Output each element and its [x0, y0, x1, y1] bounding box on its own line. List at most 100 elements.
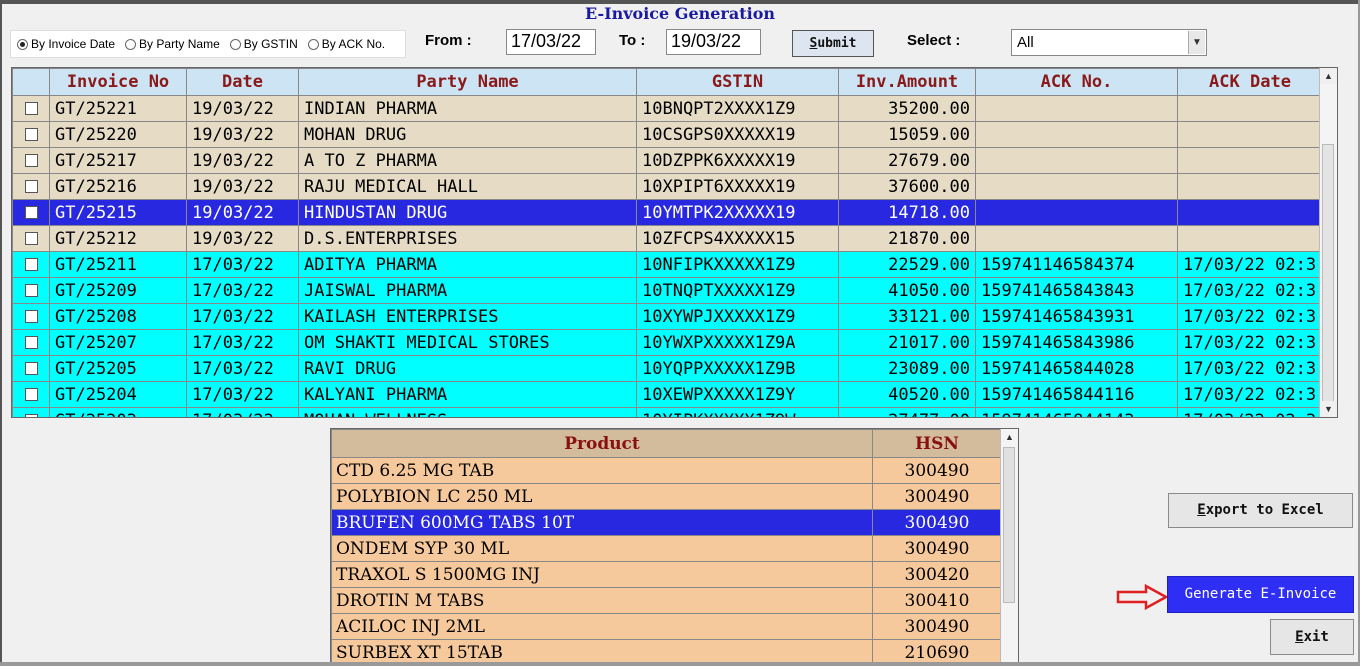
- table-row[interactable]: GT/25209 17/03/22 JAISWAL PHARMA 10TNQPTXXX…: [12, 277, 1323, 304]
- invoice-no-cell: GT/25216: [49, 173, 187, 200]
- row-checkbox[interactable]: [24, 102, 38, 115]
- gstin-cell: 10XPIPT6XXXXX19: [636, 173, 839, 200]
- submit-button[interactable]: Submit: [792, 30, 874, 57]
- hsn-cell: 300490: [872, 535, 1002, 562]
- table-row[interactable]: GT/25221 19/03/22 INDIAN PHARMA 10BNQPT2XXX…: [12, 95, 1323, 122]
- hsn-cell: 300490: [872, 483, 1002, 510]
- row-checkbox[interactable]: [24, 180, 38, 193]
- radio-label: By GSTIN: [243, 37, 298, 51]
- from-date-input[interactable]: 17/03/22: [506, 29, 596, 55]
- scroll-up-arrow-icon[interactable]: ▲: [1001, 429, 1018, 445]
- table-row[interactable]: GT/25216 19/03/22 RAJU MEDICAL HALL 10XPIPT…: [12, 173, 1323, 200]
- list-item[interactable]: CTD 6.25 MG TAB 300490: [331, 457, 1002, 484]
- row-select-cell: [12, 199, 50, 226]
- row-select-cell: [12, 407, 50, 417]
- row-checkbox[interactable]: [24, 336, 38, 349]
- row-checkbox[interactable]: [24, 414, 38, 417]
- table-row[interactable]: GT/25207 17/03/22 OM SHAKTI MEDICAL STORES…: [12, 329, 1323, 356]
- ack-no-cell: 159741465844028: [975, 355, 1178, 382]
- row-select-cell: [12, 147, 50, 174]
- list-item[interactable]: BRUFEN 600MG TABS 10T 300490: [331, 509, 1002, 536]
- filter-radio-by-gstin[interactable]: By GSTIN: [229, 37, 298, 51]
- generate-e-invoice-button[interactable]: Generate E-Invoice: [1167, 576, 1354, 613]
- amount-cell: 21017.00: [838, 329, 976, 356]
- list-item[interactable]: TRAXOL S 1500MG INJ 300420: [331, 561, 1002, 588]
- row-checkbox[interactable]: [24, 258, 38, 271]
- chevron-down-icon[interactable]: ▼: [1188, 31, 1205, 54]
- table-row[interactable]: GT/25211 17/03/22 ADITYA PHARMA 10NFIPKXXXX…: [12, 251, 1323, 278]
- exit-button[interactable]: Exit: [1270, 619, 1354, 655]
- export-to-excel-button[interactable]: Export to Excel: [1168, 493, 1353, 528]
- inv-amount-column-header[interactable]: Inv.Amount: [838, 68, 976, 96]
- ack-date-cell: 17/03/22 02:3: [1177, 355, 1323, 382]
- product-name-cell: BRUFEN 600MG TABS 10T: [331, 509, 873, 536]
- scroll-thumb[interactable]: [1322, 144, 1334, 410]
- ack-no-cell: 159741146584374: [975, 251, 1178, 278]
- row-select-cell: [12, 303, 50, 330]
- row-select-cell: [12, 329, 50, 356]
- row-checkbox[interactable]: [24, 310, 38, 323]
- product-name-cell: CTD 6.25 MG TAB: [331, 457, 873, 484]
- ack-date-column-header[interactable]: ACK Date: [1177, 68, 1323, 96]
- invoice-grid-scrollbar[interactable]: ▲ ▼: [1319, 68, 1337, 417]
- row-checkbox[interactable]: [24, 388, 38, 401]
- party-name-column-header[interactable]: Party Name: [298, 68, 637, 96]
- radio-button-icon[interactable]: [125, 38, 137, 50]
- row-checkbox[interactable]: [24, 154, 38, 167]
- table-row[interactable]: GT/25208 17/03/22 KAILASH ENTERPRISES 10XYW…: [12, 303, 1323, 330]
- gstin-cell: 10ZFCPS4XXXXX15: [636, 225, 839, 252]
- product-grid-scrollbar[interactable]: ▲: [1000, 429, 1018, 665]
- party-name-cell: JAISWAL PHARMA: [298, 277, 637, 304]
- hsn-column-header[interactable]: HSN: [872, 429, 1002, 458]
- product-column-header[interactable]: Product: [331, 429, 873, 458]
- ack-date-cell: [1177, 95, 1323, 122]
- gstin-cell: 10YMTPK2XXXXX19: [636, 199, 839, 226]
- row-checkbox[interactable]: [24, 128, 38, 141]
- row-checkbox[interactable]: [24, 284, 38, 297]
- date-cell: 17/03/22: [186, 251, 299, 278]
- invoice-no-cell: GT/25204: [49, 381, 187, 408]
- select-column-header[interactable]: [12, 68, 50, 96]
- radio-label: By Party Name: [139, 37, 220, 51]
- date-cell: 17/03/22: [186, 381, 299, 408]
- invoice-no-column-header[interactable]: Invoice No: [49, 68, 187, 96]
- invoice-no-cell: GT/25207: [49, 329, 187, 356]
- date-column-header[interactable]: Date: [186, 68, 299, 96]
- radio-button-icon[interactable]: [17, 38, 28, 50]
- row-checkbox[interactable]: [24, 206, 38, 219]
- list-item[interactable]: ONDEM SYP 30 ML 300490: [331, 535, 1002, 562]
- table-row[interactable]: GT/25204 17/03/22 KALYANI PHARMA 10XEWPXXXX…: [12, 381, 1323, 408]
- ack-date-cell: [1177, 173, 1323, 200]
- table-row[interactable]: GT/25215 19/03/22 HINDUSTAN DRUG 10YMTPK2XX…: [12, 199, 1323, 226]
- filter-radio-by-party-name[interactable]: By Party Name: [125, 37, 220, 51]
- table-row[interactable]: GT/25220 19/03/22 MOHAN DRUG 10CSGPS0XXXXX1…: [12, 121, 1323, 148]
- ack-no-column-header[interactable]: ACK No.: [975, 68, 1178, 96]
- list-item[interactable]: POLYBION LC 250 ML 300490: [331, 483, 1002, 510]
- ack-date-cell: 17/03/22 02:3: [1177, 407, 1323, 417]
- scroll-up-arrow-icon[interactable]: ▲: [1320, 68, 1337, 84]
- list-item[interactable]: DROTIN M TABS 300410: [331, 587, 1002, 614]
- gstin-column-header[interactable]: GSTIN: [636, 68, 839, 96]
- filter-radio-by-ack-no[interactable]: By ACK No.: [307, 37, 385, 51]
- table-row[interactable]: GT/25212 19/03/22 D.S.ENTERPRISES 10ZFCPS4X…: [12, 225, 1323, 252]
- ack-no-cell: 159741465843986: [975, 329, 1178, 356]
- row-checkbox[interactable]: [24, 232, 38, 245]
- status-select[interactable]: All ▼: [1011, 29, 1207, 56]
- scroll-down-arrow-icon[interactable]: ▼: [1320, 401, 1337, 417]
- ack-date-cell: [1177, 225, 1323, 252]
- gstin-cell: 10CSGPS0XXXXX19: [636, 121, 839, 148]
- filter-radio-by-invoice-date[interactable]: By Invoice Date: [17, 37, 115, 51]
- radio-button-icon[interactable]: [307, 38, 319, 50]
- hsn-cell: 300490: [872, 509, 1002, 536]
- table-row[interactable]: GT/25217 19/03/22 A TO Z PHARMA 10DZPPK6XXX…: [12, 147, 1323, 174]
- hsn-cell: 300490: [872, 457, 1002, 484]
- row-checkbox[interactable]: [24, 362, 38, 375]
- date-cell: 19/03/22: [186, 225, 299, 252]
- table-row[interactable]: GT/2520317/03/22MOHAN WELLNESS10YIPKXXXX…: [12, 407, 1323, 417]
- list-item[interactable]: ACILOC INJ 2ML 300490: [331, 613, 1002, 640]
- scroll-thumb[interactable]: [1003, 447, 1015, 603]
- table-row[interactable]: GT/25205 17/03/22 RAVI DRUG 10YQPPXXXXX1Z9B…: [12, 355, 1323, 382]
- to-date-input[interactable]: 19/03/22: [666, 29, 761, 55]
- amount-cell: 23089.00: [838, 355, 976, 382]
- radio-button-icon[interactable]: [229, 38, 241, 50]
